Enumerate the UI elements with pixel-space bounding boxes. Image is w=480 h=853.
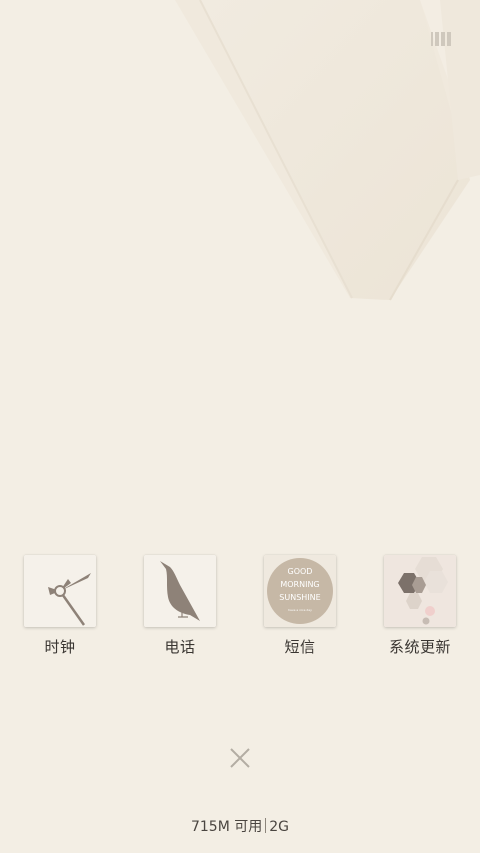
- app-phone[interactable]: 电话: [130, 555, 230, 660]
- app-label-system-update: 系统更新: [388, 638, 451, 656]
- bird-icon[interactable]: [144, 555, 216, 627]
- icon-subtext: have a nice day: [288, 608, 312, 612]
- close-icon: [230, 748, 250, 768]
- good-morning-sunshine-icon[interactable]: GOOD MORNING SUNSHINE have a nice day: [264, 555, 336, 627]
- app-messages[interactable]: GOOD MORNING SUNSHINE have a nice day 短信: [250, 555, 350, 660]
- app-label-phone: 电话: [164, 638, 196, 656]
- icon-text-good: GOOD: [288, 567, 313, 576]
- close-all-button[interactable]: [222, 740, 258, 776]
- app-label-messages: 短信: [284, 638, 316, 656]
- recent-apps-row: 时钟 电话 GOOD MORNING SUNSHINE have a nice …: [0, 555, 480, 665]
- app-clock[interactable]: 时钟: [10, 555, 110, 660]
- memory-available: 715M 可用: [190, 819, 263, 835]
- clock-icon[interactable]: [24, 555, 96, 627]
- icon-text-sunshine: SUNSHINE: [279, 593, 320, 602]
- memory-status: 715M 可用 2G: [0, 816, 480, 836]
- recent-apps-icon[interactable]: [431, 31, 451, 46]
- memory-divider: [265, 818, 267, 833]
- app-system-update[interactable]: 系统更新: [370, 555, 470, 660]
- icon-text-morning: MORNING: [280, 580, 319, 589]
- wallpaper: [175, 0, 480, 301]
- memory-total: 2G: [269, 819, 290, 835]
- hexagons-icon[interactable]: [384, 555, 456, 627]
- app-label-clock: 时钟: [44, 638, 76, 656]
